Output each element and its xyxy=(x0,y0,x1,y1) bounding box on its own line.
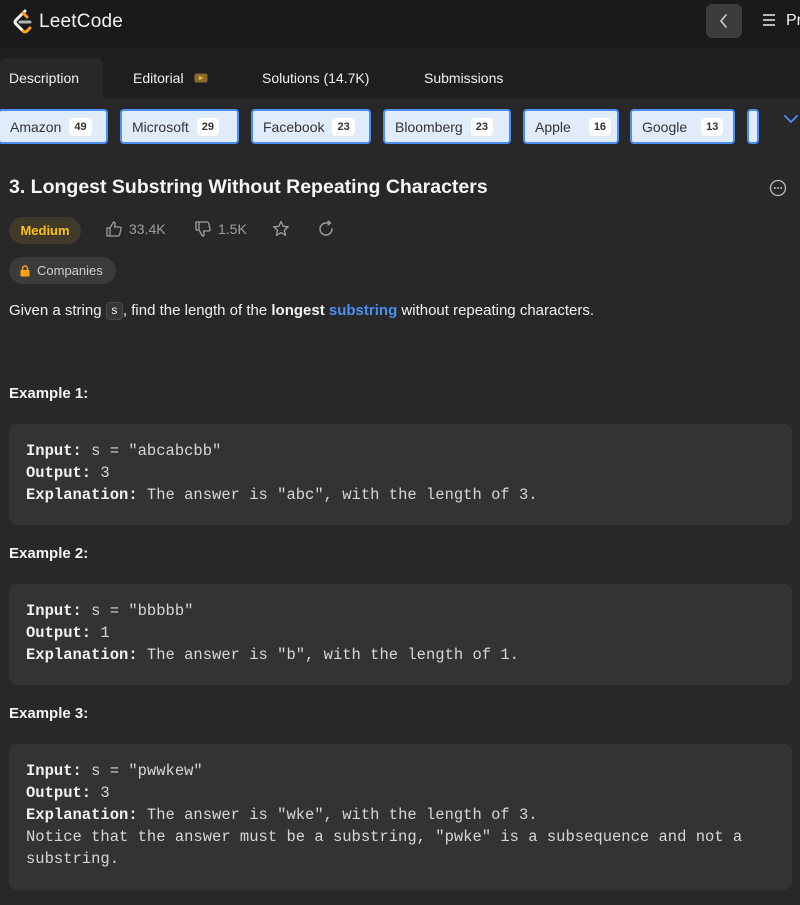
problems-list-link[interactable]: Pr xyxy=(786,12,800,30)
output-value: 1 xyxy=(91,624,110,642)
logo-text: LeetCode xyxy=(39,11,124,32)
problem-title[interactable]: 3. Longest Substring Without Repeating C… xyxy=(9,176,488,199)
favorite-button[interactable] xyxy=(272,220,296,238)
menu-icon[interactable] xyxy=(762,13,776,27)
company-name: Bloomberg xyxy=(395,118,463,135)
company-count: 23 xyxy=(470,117,493,136)
company-count: 16 xyxy=(588,117,612,136)
output-value: 3 xyxy=(91,784,110,802)
dislike-count: 1.5K xyxy=(218,221,247,237)
explanation-label: Explanation: xyxy=(26,646,138,664)
explanation-value: The answer is "wke", with the length of … xyxy=(137,806,538,824)
company-chip-microsoft[interactable]: Microsoft 29 xyxy=(120,109,239,144)
company-chip-google[interactable]: Google 13 xyxy=(630,109,735,144)
thumbs-down-icon xyxy=(195,221,211,237)
example-title: Example 1: xyxy=(9,385,89,402)
leetcode-logo-icon xyxy=(13,9,32,34)
logo[interactable]: LeetCode xyxy=(12,9,123,35)
lock-icon xyxy=(20,264,30,276)
tab-label: Submissions xyxy=(424,70,504,86)
inline-code: s xyxy=(105,302,123,320)
example-block: Input: s = "pwwkew" Output: 3 Explanatio… xyxy=(9,744,792,890)
output-label: Output: xyxy=(26,784,92,802)
input-label: Input: xyxy=(26,602,82,620)
company-name: Amazon xyxy=(10,118,62,135)
example-block: Input: s = "bbbbb" Output: 1 Explanation… xyxy=(9,584,792,685)
tab-submissions[interactable]: Submissions xyxy=(424,58,503,98)
company-count: 29 xyxy=(196,117,220,136)
input-value: s = "pwwkew" xyxy=(81,762,203,780)
tab-label: Solutions (14.7K) xyxy=(262,70,370,86)
chevron-down-icon[interactable] xyxy=(783,112,799,126)
explanation-value: The answer is "b", with the length of 1. xyxy=(137,646,519,664)
input-value: s = "bbbbb" xyxy=(81,602,194,620)
tab-description[interactable]: Description xyxy=(0,58,103,98)
explanation-label: Explanation: xyxy=(26,486,138,504)
company-name: Apple xyxy=(535,118,571,135)
input-label: Input: xyxy=(26,442,82,460)
dislike-button[interactable]: 1.5K xyxy=(194,220,247,238)
company-tags-row: Amazon 49 Microsoft 29 Facebook 23 Bloom… xyxy=(0,108,800,144)
like-button[interactable]: 33.4K xyxy=(105,220,166,238)
explanation-label: Explanation: xyxy=(26,806,138,824)
output-label: Output: xyxy=(26,464,92,482)
more-icon[interactable] xyxy=(769,179,787,197)
share-icon xyxy=(319,220,333,236)
problem-description: Given a string s, find the length of the… xyxy=(9,302,594,320)
company-chip-facebook[interactable]: Facebook 23 xyxy=(251,109,371,144)
top-nav: LeetCode Pr xyxy=(0,0,800,48)
back-button[interactable] xyxy=(706,4,742,38)
substring-link[interactable]: substring xyxy=(329,302,397,319)
desc-text: Given a string xyxy=(9,302,106,319)
tab-editorial[interactable]: Editorial xyxy=(133,58,208,98)
tab-solutions[interactable]: Solutions (14.7K) xyxy=(262,58,369,98)
input-value: s = "abcabcbb" xyxy=(81,442,222,460)
input-label: Input: xyxy=(26,762,82,780)
video-icon xyxy=(194,73,208,83)
company-chip-apple[interactable]: Apple 16 xyxy=(523,109,619,144)
tab-label: Description xyxy=(9,70,80,86)
company-chip-bloomberg[interactable]: Bloomberg 23 xyxy=(383,109,511,144)
star-icon xyxy=(273,220,289,236)
companies-label: Companies xyxy=(37,263,103,278)
explanation-value: The answer is "abc", with the length of … xyxy=(137,486,538,504)
share-button[interactable] xyxy=(317,220,341,238)
company-count: 49 xyxy=(69,117,92,136)
like-count: 33.4K xyxy=(129,221,166,237)
example-title: Example 2: xyxy=(9,545,89,562)
tab-bar: Description Editorial Solutions (14.7K) … xyxy=(0,48,800,98)
company-name: Microsoft xyxy=(132,118,189,135)
example-title: Example 3: xyxy=(9,705,89,722)
company-count: 23 xyxy=(332,117,355,136)
company-chip-partial[interactable] xyxy=(747,109,759,144)
desc-bold: longest xyxy=(271,302,325,319)
output-label: Output: xyxy=(26,624,92,642)
note-line: substring. xyxy=(26,850,120,868)
company-chip-amazon[interactable]: Amazon 49 xyxy=(0,109,108,144)
thumbs-up-icon xyxy=(106,221,122,237)
note-line: Notice that the answer must be a substri… xyxy=(26,828,743,846)
chevron-left-icon xyxy=(719,14,727,28)
company-name: Google xyxy=(642,118,688,135)
tab-label: Editorial xyxy=(133,70,184,86)
output-value: 3 xyxy=(91,464,110,482)
desc-text: without repeating characters. xyxy=(397,302,595,319)
company-name: Facebook xyxy=(263,118,325,135)
companies-button[interactable]: Companies xyxy=(9,257,116,284)
example-block: Input: s = "abcabcbb" Output: 3 Explanat… xyxy=(9,424,792,525)
desc-text: , find the length of the xyxy=(122,302,272,319)
company-count: 13 xyxy=(701,117,724,136)
difficulty-badge: Medium xyxy=(9,217,81,244)
